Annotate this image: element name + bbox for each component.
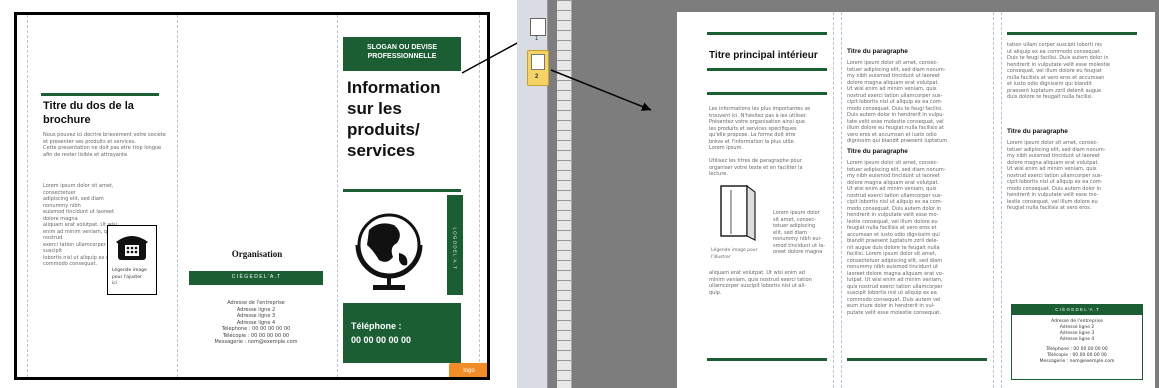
phone-box — [343, 303, 461, 363]
accent-rule — [707, 32, 827, 35]
address-block: Adresse de l'entreprise Adresse ligne 2 … — [214, 300, 298, 345]
back-title: Titre du dos de la brochure — [43, 100, 134, 126]
page-thumb-1-number: 1 — [535, 36, 539, 42]
page-thumb-1[interactable] — [530, 18, 546, 36]
fold-line — [833, 12, 834, 388]
accent-rule — [707, 68, 827, 71]
image-caption: Légende image pour l'illustrer — [711, 248, 758, 260]
fold-line — [1001, 12, 1002, 388]
contact-box: C I È G E D E L ' A . T Adresse de l'ent… — [1011, 304, 1143, 380]
logo-tag: logo — [449, 363, 487, 377]
para1-text: Lorem ipsum dolor sit amet, consec- tetu… — [847, 60, 949, 144]
logo-tag-text: logo — [463, 368, 475, 374]
accent-rule — [707, 92, 827, 95]
accent-rule — [847, 358, 987, 361]
company-bar: C I È G E D E L ' A . T — [1012, 305, 1142, 315]
bottom-text: aliquam erat volutpat. Ut wisi enim ad m… — [709, 270, 812, 296]
page-navigator: 1 2 — [517, 0, 549, 388]
info-title: Information sur les produits/ services — [347, 78, 441, 160]
left-page-canvas: Titre du dos de la brochure Nous pouvez … — [0, 0, 531, 388]
phone-number: 00 00 00 00 00 — [351, 335, 412, 345]
col3-text: Lorem ipsum dolor sit amet, consec- tetu… — [1007, 140, 1106, 211]
left-page-frame: Titre du dos de la brochure Nous pouvez … — [14, 12, 490, 380]
accent-rule — [41, 93, 159, 96]
fold-line — [841, 12, 842, 388]
book-image — [720, 184, 756, 241]
vertical-ruler[interactable] — [557, 0, 572, 388]
telephone-icon — [116, 236, 148, 260]
callout-arrow — [550, 69, 652, 111]
side-bar-text: L O G O D E L ' A . T — [452, 227, 458, 269]
accent-rule — [1007, 32, 1137, 35]
para2-title: Titre du paragraphe — [847, 148, 908, 155]
phone-image-box: Légende image pour l'ajuster ici — [107, 225, 157, 295]
accent-rule — [707, 358, 827, 361]
para2-text: Lorem ipsum dolor sit amet, consec- tetu… — [847, 160, 946, 316]
editor-window: 1 2 Titre principal intérieur Les inform… — [517, 0, 1159, 388]
fold-line — [993, 12, 994, 388]
org-name: Organisation — [231, 249, 283, 259]
col3-title: Titre du paragraphe — [1007, 128, 1068, 135]
inside-title: Titre principal intérieur — [709, 50, 818, 61]
company-bar-text: C I È G E D E L ' A . T — [1055, 307, 1099, 312]
phone-caption: Légende image pour l'ajuster ici — [112, 268, 147, 286]
para1-title: Titre du paragraphe — [847, 48, 908, 55]
fold-line — [177, 15, 178, 377]
margin-line — [27, 15, 28, 377]
slogan-text: SLOGAN OU DEVISE PROFESSIONNELLE — [366, 44, 437, 60]
intro-text: Les informations les plus importantes se… — [709, 106, 811, 151]
phone-label: Téléphone : — [351, 321, 402, 331]
fold-line — [337, 15, 338, 377]
image-side-text: Lorem ipsum dolor sit amet, consec- tetu… — [773, 210, 825, 255]
col3-text-top: tation ullam corper suscipit loborti nis… — [1007, 42, 1111, 100]
company-bar-text: C I È G E D E L ' A . T — [231, 274, 281, 280]
globe-icon — [355, 213, 423, 290]
contact-block: Téléphone : 00 00 00 00 00 Télécopie : 0… — [1039, 347, 1115, 364]
address-block: Adresse de l'entreprise Adresse ligne 2 … — [1051, 319, 1103, 342]
inside-page: Titre principal intérieur Les informatio… — [677, 12, 1155, 388]
accent-rule — [343, 189, 461, 192]
page-thumb-2-number: 2 — [535, 74, 539, 80]
intro-text-2: Utilisez les titres de paragraphe pour o… — [709, 158, 803, 177]
back-text-1: Nous pouvez ici decrire brievement votre… — [43, 132, 166, 158]
page-thumb-2[interactable] — [527, 50, 549, 86]
